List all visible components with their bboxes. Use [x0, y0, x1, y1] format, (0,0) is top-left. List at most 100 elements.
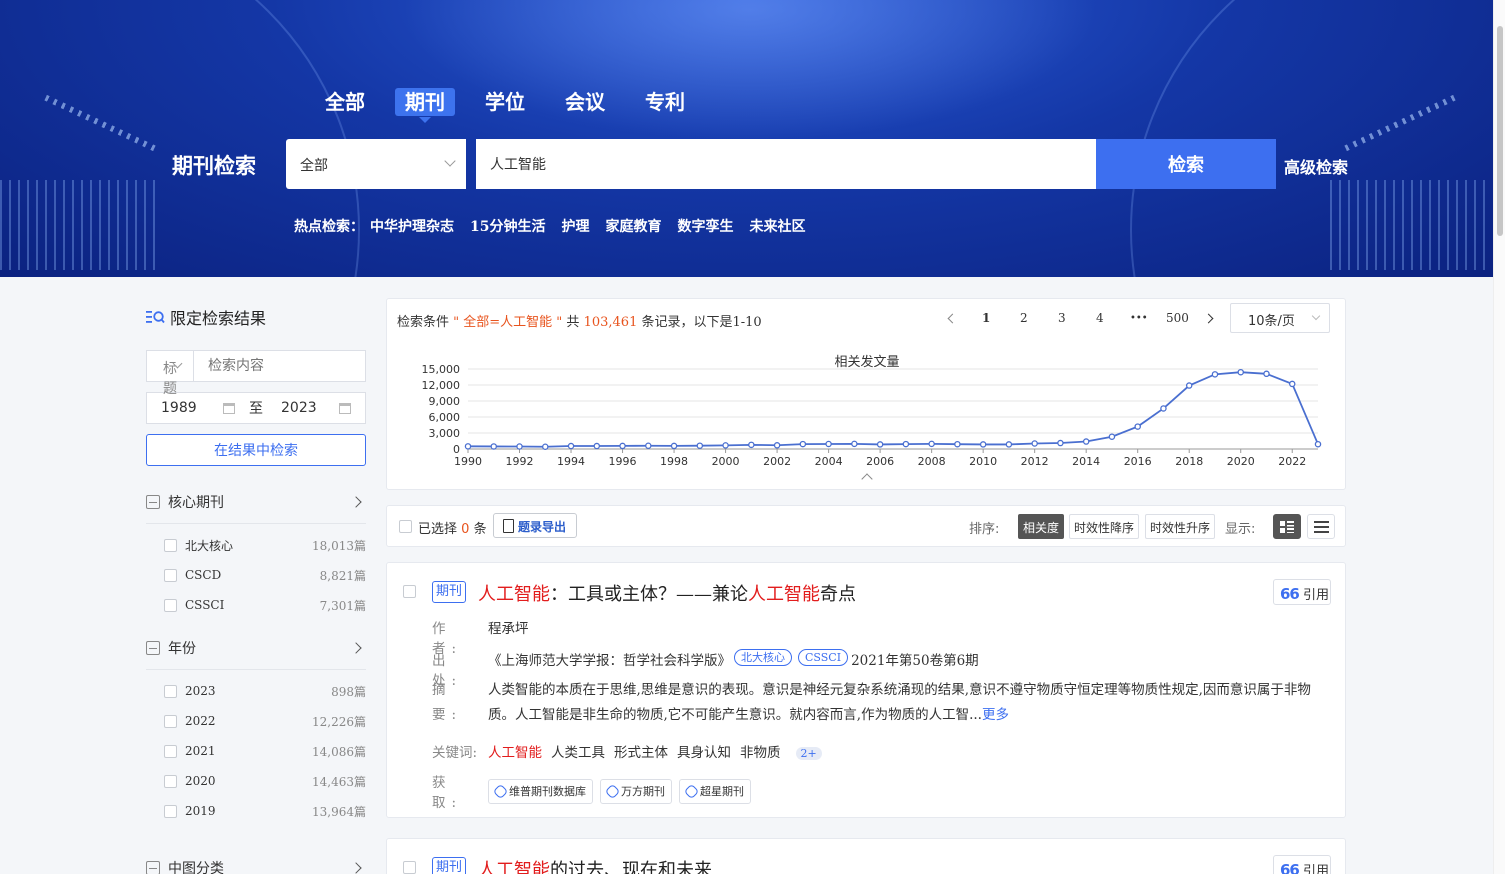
page-link[interactable]: 500 — [1166, 311, 1189, 325]
refine-search-button[interactable]: 在结果中检索 — [146, 434, 366, 466]
access-source-label: 超星期刊 — [700, 785, 744, 798]
more-keywords-badge[interactable]: 2+ — [795, 747, 822, 760]
export-button[interactable]: 题录导出 — [493, 513, 577, 538]
result-checkbox[interactable] — [403, 585, 416, 598]
checkbox[interactable] — [164, 568, 177, 582]
data-point — [696, 442, 704, 449]
page-link[interactable]: 1 — [982, 311, 990, 325]
data-point — [645, 442, 652, 449]
chevron-right-icon — [350, 641, 362, 654]
page-link[interactable]: 3 — [1058, 311, 1066, 325]
filter-item[interactable]: 2023 898篇 — [146, 676, 366, 706]
data-point — [928, 440, 935, 448]
sort-relevance[interactable]: 相关度 — [1018, 514, 1065, 539]
scrollbar-thumb[interactable] — [1497, 26, 1503, 236]
keyword[interactable]: 人类工具 — [551, 745, 605, 761]
year-from[interactable]: 1989 — [161, 400, 223, 416]
page-scrollbar[interactable] — [1493, 0, 1505, 874]
more-link[interactable]: 更多 — [982, 707, 1009, 723]
search-input[interactable] — [476, 139, 1096, 189]
tab-all[interactable]: 全部 — [305, 87, 385, 117]
filter-item-name: 2022 — [185, 714, 216, 728]
data-point — [542, 443, 549, 451]
select-all-checkbox[interactable] — [399, 520, 412, 533]
scope-select[interactable]: 全部 — [286, 139, 466, 189]
filter-item[interactable]: 2019 13,964篇 — [146, 796, 366, 826]
filter-item[interactable]: 2020 14,463篇 — [146, 766, 366, 796]
hot-search-item[interactable]: 家庭教育 — [605, 216, 661, 236]
page-link[interactable]: 4 — [1096, 311, 1104, 325]
checkbox[interactable] — [164, 538, 177, 552]
detail-view-button[interactable] — [1273, 514, 1301, 539]
filter-item[interactable]: 2021 14,086篇 — [146, 736, 366, 766]
filter-item-count: 18,013篇 — [312, 538, 366, 553]
keyword[interactable]: 非物质 — [740, 745, 781, 761]
summary-condition: " 全部=人工智能 " — [453, 315, 563, 330]
filter-item-count: 898篇 — [331, 684, 366, 699]
filter-item[interactable]: CSCD 8,821篇 — [146, 560, 366, 590]
data-point — [954, 440, 961, 448]
data-point — [490, 443, 498, 450]
group-core-journals[interactable]: 核心期刊 — [146, 480, 366, 524]
filter-content-input[interactable] — [194, 351, 396, 381]
sort-time-desc[interactable]: 时效性降序 — [1069, 514, 1140, 539]
link-icon — [492, 783, 509, 799]
filter-item[interactable]: CSSCI 7,301篇 — [146, 590, 366, 620]
field-select[interactable]: 标题 — [147, 351, 194, 397]
hot-search-item[interactable]: 未来社区 — [749, 216, 805, 236]
checkbox[interactable] — [164, 684, 177, 698]
checkbox[interactable] — [164, 744, 177, 758]
tab-journal[interactable]: 期刊 — [385, 87, 465, 123]
keyword[interactable]: 具身认知 — [677, 745, 731, 761]
core-journals-list: 北大核心 18,013篇 CSCD 8,821篇 CSSCI 7,301篇 — [146, 530, 366, 622]
keyword[interactable]: 形式主体 — [614, 745, 668, 761]
group-clc[interactable]: 中图分类 — [146, 846, 366, 874]
hot-searches-label: 热点检索： — [294, 219, 364, 235]
sort-time-asc[interactable]: 时效性升序 — [1145, 514, 1216, 539]
keyword[interactable]: 人工智能 — [488, 745, 542, 761]
access-source-button[interactable]: 万方期刊 — [600, 778, 672, 804]
y-tick-label: 15,000 — [422, 363, 461, 376]
tab-label: 期刊 — [395, 88, 455, 116]
year-to[interactable]: 2023 — [281, 400, 339, 416]
title-keyword: 人工智能 — [478, 860, 550, 874]
title-text: 奇点 — [820, 584, 856, 605]
core-badge: CSSCI — [798, 649, 849, 666]
filter-item[interactable]: 2022 12,226篇 — [146, 706, 366, 736]
data-point — [825, 440, 832, 448]
cite-button[interactable]: 66 引用 — [1273, 579, 1331, 605]
page-link[interactable]: 2 — [1020, 311, 1028, 325]
access-source-button[interactable]: 超星期刊 — [679, 778, 751, 804]
per-page-select[interactable]: 10条/页 — [1230, 303, 1330, 333]
title-text: 的过去、现在和未来 — [550, 860, 712, 874]
checkbox[interactable] — [164, 714, 177, 728]
search-button[interactable]: 检索 — [1096, 139, 1276, 189]
cite-button[interactable]: 66 引用 — [1273, 855, 1331, 874]
tab-degree[interactable]: 学位 — [465, 87, 545, 117]
page-ellipsis[interactable]: ••• — [1130, 313, 1148, 324]
advanced-search-link[interactable]: 高级检索 — [1284, 154, 1348, 178]
tab-patent[interactable]: 专利 — [625, 87, 705, 117]
list-view-button[interactable] — [1307, 514, 1335, 539]
data-point — [670, 442, 678, 450]
prev-page-icon[interactable] — [947, 313, 958, 324]
checkbox[interactable] — [164, 804, 177, 818]
next-page-icon[interactable] — [1203, 313, 1214, 324]
hot-search-item[interactable]: 中华护理杂志 — [370, 216, 454, 236]
checkbox[interactable] — [164, 598, 177, 612]
x-tick-label: 1992 — [506, 455, 534, 468]
hot-search-item[interactable]: 护理 — [561, 216, 589, 236]
checkbox[interactable] — [164, 774, 177, 788]
result-title[interactable]: 人工智能的过去、现在和未来 — [478, 856, 712, 874]
tab-conference[interactable]: 会议 — [545, 87, 625, 117]
hot-search-item[interactable]: 数字孪生 — [677, 216, 733, 236]
filter-item[interactable]: 北大核心 18,013篇 — [146, 530, 366, 560]
access-source-button[interactable]: 维普期刊数据库 — [488, 778, 593, 804]
results-toolbar: 已选择 0 条 题录导出 排序: 相关度 时效性降序 时效性升序 显示: — [386, 505, 1346, 547]
selected-count: 已选择 0 条 — [418, 518, 487, 537]
result-title[interactable]: 人工智能：工具或主体？——兼论人工智能奇点 — [478, 580, 856, 606]
group-year[interactable]: 年份 — [146, 626, 366, 670]
hot-search-item[interactable]: 15分钟生活 — [470, 216, 545, 236]
cube-icon — [146, 494, 160, 509]
result-checkbox[interactable] — [403, 861, 416, 874]
